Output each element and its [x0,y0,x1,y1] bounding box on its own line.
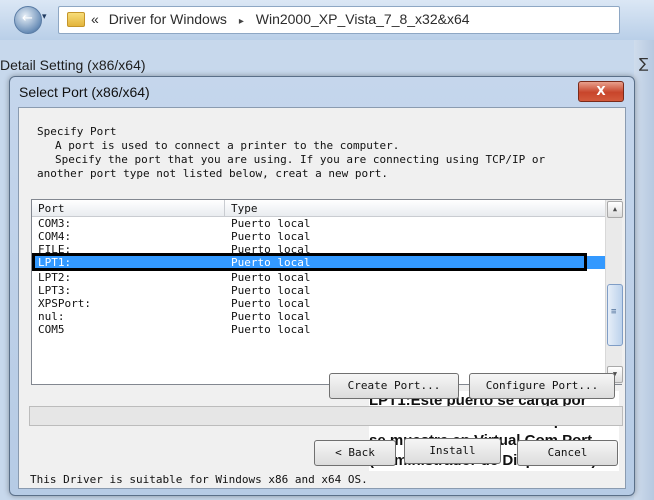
configure-port-button[interactable]: Configure Port... [469,373,615,399]
column-header-port[interactable]: Port [38,202,65,215]
edge-glyph: ∑ [639,56,649,72]
background-window-edge: ∑ [634,40,654,500]
create-port-button[interactable]: Create Port... [329,373,459,399]
dialog-client-area: Specify Port A port is used to connect a… [18,107,626,489]
port-cell: COM4: [38,230,72,243]
type-cell: Puerto local [231,297,311,310]
port-cell: LPT3: [38,284,72,297]
type-cell: Puerto local [231,323,311,336]
back-arrow-icon: ← [22,11,33,26]
breadcrumb-item-win2000[interactable]: Win2000_XP_Vista_7_8_x32&x64 [256,11,470,27]
breadcrumb-separator-icon[interactable]: ▸ [239,16,244,27]
port-list[interactable]: Port Type COM3: Puerto local COM4: Puert… [31,199,623,385]
port-cell: COM3: [38,217,72,230]
selection-highlight-frame [32,253,587,271]
port-cell: COM5 [38,323,65,336]
back-button-dialog[interactable]: < Back [314,440,396,466]
folder-icon [67,12,85,27]
back-button[interactable]: ← [14,6,42,34]
type-cell: Puerto local [231,217,311,230]
description-line-3: Specify the port that you are using. If … [55,153,546,166]
specify-port-heading: Specify Port [37,125,117,138]
scroll-thumb[interactable]: ≡ [607,284,623,346]
cancel-button[interactable]: Cancel [517,440,618,466]
breadcrumb-overflow-chevron[interactable]: « [91,11,99,27]
table-row[interactable]: nul: Puerto local [32,310,605,323]
table-row[interactable]: COM3: Puerto local [32,217,605,230]
table-row[interactable]: LPT3: Puerto local [32,284,605,297]
description-line-4: another port type not listed below, crea… [37,167,388,180]
table-row[interactable]: COM4: Puerto local [32,230,605,243]
description-line-2: A port is used to connect a printer to t… [55,139,400,152]
port-cell: XPSPort: [38,297,91,310]
address-box[interactable]: « Driver for Windows ▸ Win2000_XP_Vista_… [58,6,620,34]
table-row[interactable]: XPSPort: Puerto local [32,297,605,310]
explorer-address-bar: ← ▾ « Driver for Windows ▸ Win2000_XP_Vi… [0,0,654,40]
dialog-title: Select Port (x86/x64) [19,84,150,100]
type-cell: Puerto local [231,284,311,297]
list-header: Port Type [32,200,605,217]
install-button[interactable]: Install [404,438,501,464]
progress-bar [29,406,623,426]
driver-compatibility-note: This Driver is suitable for Windows x86 … [30,473,368,486]
port-cell: nul: [38,310,65,323]
type-cell: Puerto local [231,230,311,243]
scroll-up-arrow-icon[interactable]: ▲ [607,201,623,218]
list-scrollbar[interactable]: ▲ ≡ ▼ [605,200,623,384]
detail-setting-title: Detail Setting (x86/x64) [0,57,146,73]
select-port-dialog: Select Port (x86/x64) X Specify Port A p… [9,76,635,496]
close-button[interactable]: X [578,81,624,102]
type-cell: Puerto local [231,271,311,284]
column-divider[interactable] [224,200,225,216]
breadcrumb-item-driver-for-windows[interactable]: Driver for Windows [109,11,227,27]
table-row[interactable]: LPT2: Puerto local [32,271,605,284]
table-row[interactable]: COM5 Puerto local [32,323,605,336]
type-cell: Puerto local [231,310,311,323]
breadcrumb: « Driver for Windows ▸ Win2000_XP_Vista_… [91,11,470,27]
column-header-type[interactable]: Type [231,202,258,215]
port-cell: LPT2: [38,271,72,284]
history-dropdown-icon[interactable]: ▾ [42,12,47,22]
